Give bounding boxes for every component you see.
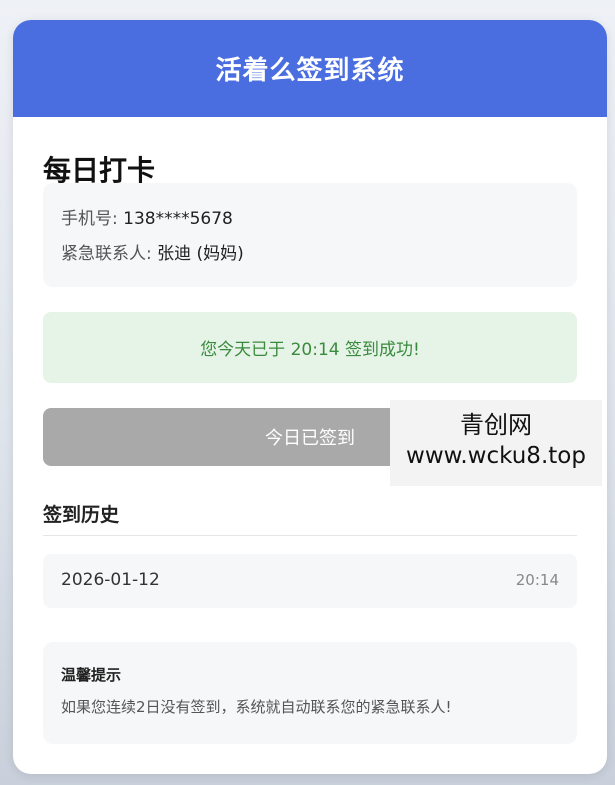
history-divider [43,535,577,536]
emergency-contact-value: 张迪 (妈妈) [157,244,244,264]
success-message: 您今天已于 20:14 签到成功! [200,340,420,360]
history-title: 签到历史 [43,504,120,526]
emergency-contact-row: 紧急联系人: 张迪 (妈妈) [61,239,244,264]
phone-row: 手机号: 138****5678 [61,204,233,229]
app-title: 活着么签到系统 [215,56,405,86]
success-alert: 您今天已于 20:14 签到成功! [43,312,577,383]
watermark-url: www.wcku8.top [406,443,586,469]
watermark: 青创网 www.wcku8.top [390,400,602,486]
checkin-card: 活着么签到系统 每日打卡 手机号: 138****5678 紧急联系人: 张迪 … [13,20,607,774]
tips-text: 如果您连续2日没有签到，系统就自动联系您的紧急联系人! [61,698,452,716]
history-date: 2026-01-12 [61,570,160,590]
phone-label: 手机号: [61,209,118,229]
watermark-name: 青创网 [460,411,532,439]
user-info-panel: 手机号: 138****5678 紧急联系人: 张迪 (妈妈) [43,183,577,287]
history-list-item: 2026-01-12 20:14 [43,554,577,608]
app-header: 活着么签到系统 [13,20,607,117]
history-time: 20:14 [515,571,559,589]
phone-value: 138****5678 [123,209,233,229]
emergency-contact-label: 紧急联系人: [61,244,152,264]
tips-panel: 温馨提示 如果您连续2日没有签到，系统就自动联系您的紧急联系人! [43,642,577,744]
tips-title: 温馨提示 [61,666,122,684]
